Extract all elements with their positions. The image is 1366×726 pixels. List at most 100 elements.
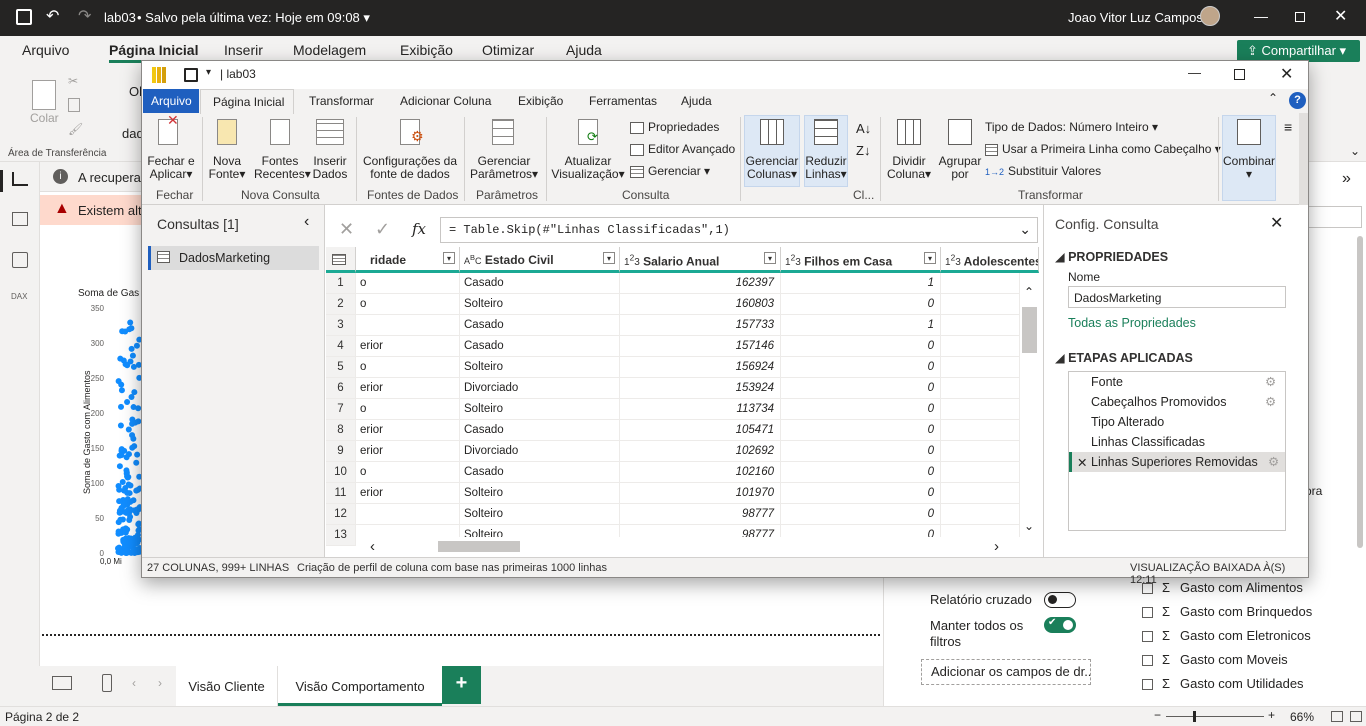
cell-estado-civil[interactable]: Solteiro [460, 483, 620, 504]
horizontal-scrollbar[interactable]: ‹ › [356, 537, 1020, 557]
row-number[interactable]: 7 [326, 399, 356, 420]
zoom-slider[interactable] [1166, 716, 1264, 717]
row-number[interactable]: 5 [326, 357, 356, 378]
cell-salario-anual[interactable]: 157146 [620, 336, 781, 357]
scatter-point[interactable] [134, 507, 141, 514]
cell-filhos-em-casa[interactable]: 0 [781, 483, 941, 504]
ribbon-scrollbar[interactable] [1299, 113, 1308, 205]
cell-escolaridade[interactable]: erior [356, 420, 460, 441]
scroll-thumb[interactable] [1022, 307, 1037, 353]
applied-step[interactable]: Cabeçalhos Promovidos ⚙ [1069, 392, 1285, 412]
scatter-point[interactable] [122, 528, 129, 535]
ribbon-overflow-icon[interactable]: ≡ [1284, 119, 1292, 135]
column-filter-icon[interactable]: ▾ [924, 252, 936, 264]
scatter-point[interactable] [127, 319, 134, 326]
scroll-left-icon[interactable]: ‹ [370, 538, 375, 555]
formula-input[interactable]: = Table.Skip(#"Linhas Classificadas",1) ⌄ [440, 217, 1038, 243]
cell-adolescentes[interactable] [941, 357, 1020, 378]
row-number[interactable]: 1 [326, 273, 356, 294]
scatter-point[interactable] [127, 506, 134, 513]
cell-filhos-em-casa[interactable]: 0 [781, 441, 941, 462]
row-number[interactable]: 8 [326, 420, 356, 441]
scatter-point[interactable] [134, 451, 141, 458]
cell-escolaridade[interactable] [356, 315, 460, 336]
scroll-right-icon[interactable] [1350, 711, 1362, 722]
delete-step-icon[interactable]: ✕ [1077, 455, 1087, 470]
reduce-rows-button[interactable]: Reduzir Linhas▾ [804, 119, 848, 181]
cell-filhos-em-casa[interactable]: 0 [781, 462, 941, 483]
tab-adicionar-coluna[interactable]: Adicionar Coluna [400, 94, 491, 108]
undo-icon[interactable]: ↶ [46, 6, 59, 26]
column-filter-icon[interactable]: ▾ [603, 252, 615, 264]
scatter-point[interactable] [116, 463, 123, 470]
data-type-dropdown[interactable]: Tipo de Dados: Número Inteiro ▾ [985, 121, 1158, 134]
column-header[interactable]: 123 Salario Anual ▾ [620, 247, 781, 273]
close-settings-icon[interactable]: ✕ [1270, 213, 1283, 233]
applied-step[interactable]: Tipo Alterado [1069, 412, 1285, 432]
cell-filhos-em-casa[interactable]: 0 [781, 504, 941, 525]
cell-adolescentes[interactable] [941, 441, 1020, 462]
enter-data-button[interactable]: Inserir Dados [310, 119, 350, 181]
cell-estado-civil[interactable]: Solteiro [460, 504, 620, 525]
row-number[interactable]: 11 [326, 483, 356, 504]
table-menu-header[interactable] [326, 247, 356, 273]
sort-ascending-icon[interactable]: A↓ [856, 121, 871, 136]
tab-ferramentas[interactable]: Ferramentas [589, 94, 657, 108]
manage-button[interactable]: Gerenciar ▾ [630, 165, 710, 178]
field-checkbox[interactable] [1142, 679, 1153, 690]
cell-escolaridade[interactable]: erior [356, 483, 460, 504]
cell-salario-anual[interactable]: 98777 [620, 504, 781, 525]
help-icon[interactable]: ? [1289, 92, 1306, 109]
scatter-point[interactable] [130, 497, 137, 504]
cell-filhos-em-casa[interactable]: 0 [781, 294, 941, 315]
scatter-point[interactable] [131, 443, 138, 450]
scatter-point[interactable] [117, 422, 124, 429]
scatter-point[interactable] [121, 500, 128, 507]
cell-adolescentes[interactable] [941, 462, 1020, 483]
cut-icon[interactable]: ✂ [68, 74, 78, 88]
close-icon[interactable]: ✕ [1334, 6, 1347, 26]
new-source-button[interactable]: Nova Fonte▾ [206, 119, 248, 181]
cell-adolescentes[interactable] [941, 504, 1020, 525]
scatter-point[interactable] [118, 403, 125, 410]
row-number[interactable]: 9 [326, 441, 356, 462]
save-icon[interactable] [16, 9, 32, 25]
cell-adolescentes[interactable] [941, 483, 1020, 504]
cell-filhos-em-casa[interactable]: 0 [781, 378, 941, 399]
scatter-point[interactable] [123, 467, 130, 474]
scatter-point[interactable] [121, 487, 128, 494]
scatter-point[interactable] [123, 454, 130, 461]
cell-salario-anual[interactable]: 156924 [620, 357, 781, 378]
scatter-point[interactable] [126, 490, 133, 497]
profiling-mode[interactable]: Criação de perfil de coluna com base nas… [297, 562, 607, 574]
cell-salario-anual[interactable]: 105471 [620, 420, 781, 441]
collapse-queries-icon[interactable]: ‹ [304, 213, 309, 231]
zoom-thumb[interactable] [1193, 711, 1196, 722]
cell-adolescentes[interactable] [941, 273, 1020, 294]
restore-icon[interactable] [1295, 12, 1305, 22]
cell-filhos-em-casa[interactable]: 0 [781, 357, 941, 378]
column-header[interactable]: 123 Adolescentes e [941, 247, 1039, 273]
add-page-button[interactable]: + [442, 666, 481, 704]
cell-filhos-em-casa[interactable]: 0 [781, 336, 941, 357]
scatter-point[interactable] [129, 352, 136, 359]
row-number[interactable]: 2 [326, 294, 356, 315]
cross-report-toggle[interactable] [1044, 592, 1076, 608]
share-button[interactable]: ⇪ Compartilhar ▾ [1237, 40, 1360, 62]
page-tab-visao-cliente[interactable]: Visão Cliente [176, 666, 278, 706]
cell-escolaridade[interactable]: o [356, 462, 460, 483]
table-view-icon[interactable] [12, 212, 28, 226]
close-icon[interactable]: ✕ [1280, 64, 1293, 84]
cell-estado-civil[interactable]: Solteiro [460, 399, 620, 420]
scatter-chart[interactable]: 350300250200150100500 [88, 302, 148, 572]
dax-query-icon[interactable]: DAX [11, 292, 27, 301]
minimize-icon[interactable]: — [1254, 8, 1268, 24]
fx-icon[interactable]: fx [412, 220, 426, 238]
cell-estado-civil[interactable]: Solteiro [460, 357, 620, 378]
cell-estado-civil[interactable]: Solteiro [460, 294, 620, 315]
mobile-layout-icon[interactable] [102, 674, 112, 692]
scatter-point[interactable] [122, 549, 129, 556]
expand-ribbon-icon[interactable]: ⌄ [1350, 144, 1360, 158]
collapse-pane-icon[interactable]: » [1342, 170, 1351, 188]
step-settings-icon[interactable]: ⚙ [1265, 374, 1276, 389]
